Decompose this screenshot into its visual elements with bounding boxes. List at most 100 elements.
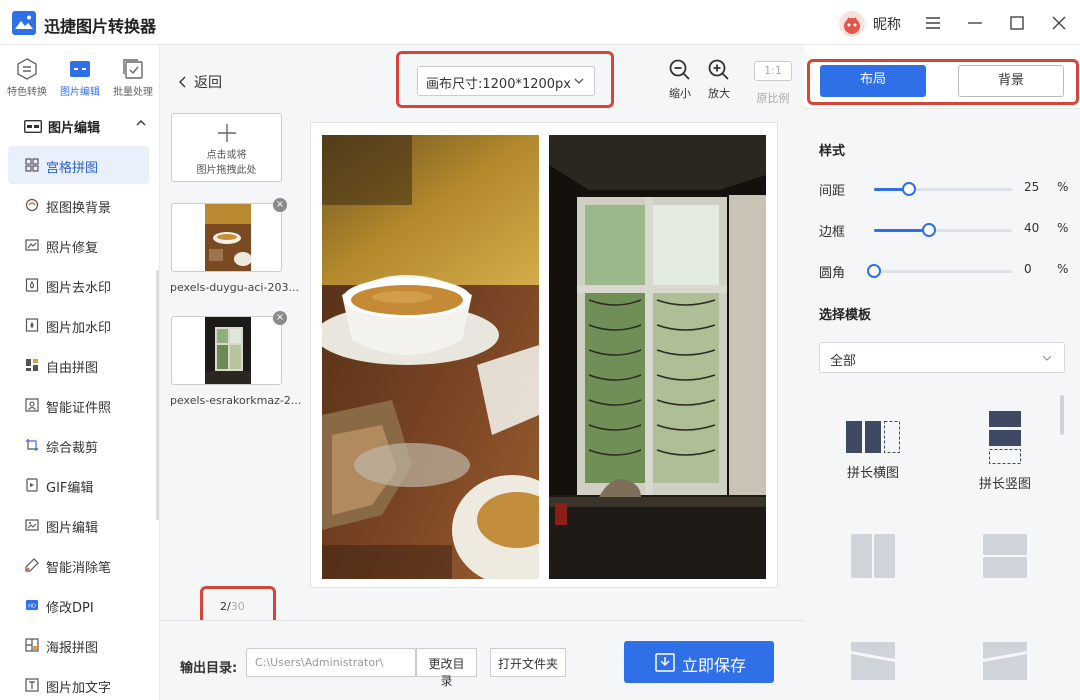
border-slider-handle[interactable]	[922, 223, 937, 237]
add-watermark-icon	[25, 318, 39, 332]
nav-item-label: 综合裁剪	[46, 441, 99, 456]
zoom-out-button[interactable]: 缩小	[663, 58, 697, 101]
nav-item-free-collage[interactable]: 自由拼图	[8, 346, 149, 384]
spacing-slider[interactable]	[874, 182, 1012, 196]
canvas-size-select[interactable]: 画布尺寸:1200*1200px	[417, 66, 595, 96]
nav-item-label: 图片编辑	[46, 521, 99, 536]
zoom-in-button[interactable]: 放大	[702, 58, 736, 101]
template-two-columns[interactable]	[818, 533, 928, 587]
collage-photo-soup[interactable]	[322, 135, 539, 579]
spacing-slider-row: 间距 25 %	[819, 179, 1069, 199]
nav-item-photo-repair[interactable]: 照片修复	[8, 226, 149, 264]
convert-icon	[17, 58, 37, 80]
thumbnail-1[interactable]: ×	[171, 198, 287, 272]
nav-item-modify-dpi[interactable]: HD 修改DPI	[8, 586, 149, 624]
id-photo-icon	[25, 398, 39, 412]
upload-line-1: 点击或将	[206, 150, 247, 161]
spacing-unit: %	[1057, 180, 1069, 194]
mode-convert[interactable]: 特色转换	[2, 57, 52, 98]
upload-dropzone[interactable]: 点击或将 图片拖拽此处	[171, 113, 282, 182]
image-edit-section-icon	[24, 120, 42, 133]
nav-item-add-watermark[interactable]: 图片加水印	[8, 306, 149, 344]
nav-item-image-edit[interactable]: 图片编辑	[8, 506, 149, 544]
nav-item-gif-edit[interactable]: GIF编辑	[8, 466, 149, 504]
nav-item-crop[interactable]: 综合裁剪	[8, 426, 149, 464]
zoom-out-icon	[669, 59, 690, 80]
poster-icon	[25, 638, 39, 652]
minimize-icon[interactable]	[962, 10, 988, 36]
mode-image-edit[interactable]: 图片编辑	[55, 57, 105, 98]
dpi-icon: HD	[26, 600, 38, 610]
collage-canvas[interactable]	[310, 122, 778, 588]
menu-icon[interactable]	[920, 10, 946, 36]
tab-layout[interactable]: 布局	[820, 65, 926, 97]
border-slider-row: 边框 40 %	[819, 220, 1069, 240]
batch-icon	[123, 59, 143, 79]
chevron-up-icon[interactable]	[136, 119, 146, 127]
mode-batch-label: 批量处理	[113, 87, 153, 98]
tab-background[interactable]: 背景	[958, 65, 1064, 97]
output-dir-label: 输出目录:	[180, 661, 238, 676]
change-dir-button[interactable]: 更改目录	[416, 648, 477, 688]
template-long-vertical[interactable]: 拼长竖图	[950, 410, 1060, 492]
nav-item-id-photo[interactable]: 智能证件照	[8, 386, 149, 424]
remove-thumbnail-2-button[interactable]: ×	[273, 311, 287, 325]
thumbnail-image-soup	[205, 204, 251, 271]
close-icon[interactable]	[1046, 10, 1072, 36]
nav-item-label: 智能证件照	[46, 401, 112, 416]
radius-label: 圆角	[819, 266, 846, 281]
image-edit-icon	[70, 61, 90, 77]
long-vertical-template-icon	[989, 411, 1021, 464]
radius-value: 0	[1024, 262, 1032, 276]
template-title: 选择模板	[819, 308, 872, 323]
nav-item-label: 图片去水印	[46, 281, 112, 296]
radius-slider[interactable]	[867, 264, 1012, 278]
zoom-in-label: 放大	[708, 87, 730, 100]
nav-item-label: 海报拼图	[46, 641, 99, 656]
original-ratio-button[interactable]: 1:1	[754, 61, 792, 81]
save-now-label: 立即保存	[682, 656, 747, 675]
app-logo-icon	[12, 11, 36, 35]
spacing-value: 25	[1024, 180, 1040, 194]
nav-scrollbar[interactable]	[156, 270, 159, 520]
spacing-slider-handle[interactable]	[901, 182, 916, 196]
mode-batch[interactable]: 批量处理	[108, 57, 158, 98]
collage-photo-window[interactable]	[549, 135, 766, 579]
nav-item-poster-collage[interactable]: 海报拼图	[8, 626, 149, 664]
template-diagonal-left[interactable]	[818, 641, 928, 689]
open-folder-button[interactable]: 打开文件夹	[490, 648, 566, 677]
original-ratio-label: 原比例	[756, 92, 790, 105]
nav-item-grid-collage[interactable]: 宫格拼图	[8, 146, 149, 184]
template-category-select[interactable]: 全部	[819, 342, 1065, 373]
radius-slider-handle[interactable]	[867, 264, 881, 278]
save-now-button[interactable]: 立即保存	[624, 641, 774, 683]
remove-thumbnail-1-button[interactable]: ×	[273, 198, 287, 212]
nav-section-title[interactable]: 图片编辑	[48, 117, 100, 136]
back-label: 返回	[194, 75, 222, 91]
template-long-horizontal[interactable]: 拼长横图	[818, 420, 928, 481]
chevron-down-icon	[1042, 355, 1052, 361]
window-photo-image	[549, 135, 766, 579]
download-icon	[655, 653, 675, 672]
radius-slider-row: 圆角 0 %	[819, 261, 1069, 281]
thumbnail-2-name: pexels-esrakorkmaz-2...	[170, 394, 302, 407]
maximize-icon[interactable]	[1004, 10, 1030, 36]
template-two-rows[interactable]	[950, 533, 1060, 587]
nav-item-cutout[interactable]: 抠图换背景	[8, 186, 149, 224]
mode-image-edit-label: 图片编辑	[60, 87, 100, 98]
template-scrollbar[interactable]	[1060, 395, 1064, 435]
avatar[interactable]	[839, 11, 865, 37]
nav-item-remove-watermark[interactable]: 图片去水印	[8, 266, 149, 304]
soup-photo-image	[322, 135, 539, 579]
nav-item-add-text[interactable]: 图片加文字	[8, 666, 149, 700]
nickname[interactable]: 昵称	[873, 14, 901, 34]
thumbnail-2[interactable]: ×	[171, 311, 287, 385]
border-slider[interactable]	[874, 223, 1012, 237]
nav-item-smart-eraser[interactable]: 智能消除笔	[8, 546, 149, 584]
thumbnail-image-window	[205, 317, 251, 384]
upload-line-2: 图片拖拽此处	[196, 165, 257, 176]
output-path-field[interactable]: C:\Users\Administrator\	[246, 648, 416, 677]
back-button[interactable]: 返回	[178, 72, 222, 92]
remove-watermark-icon	[25, 278, 39, 292]
template-diagonal-right[interactable]	[950, 641, 1060, 689]
